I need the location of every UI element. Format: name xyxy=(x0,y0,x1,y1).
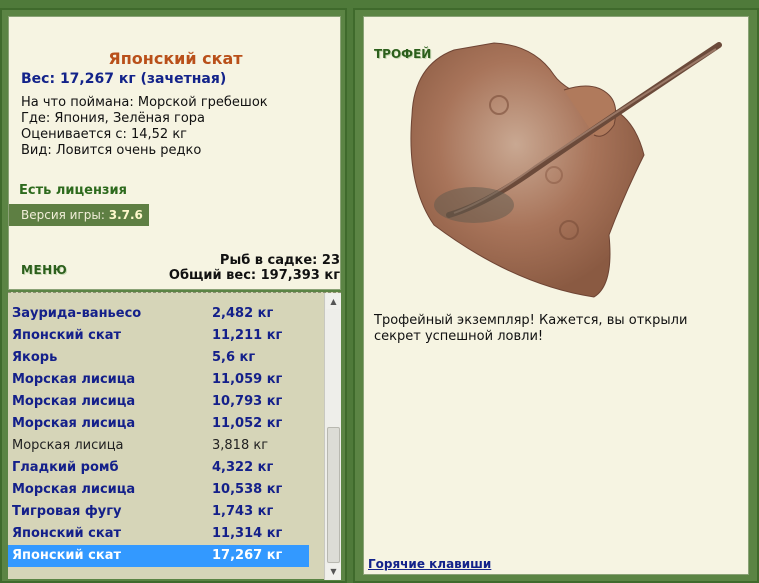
scroll-up-icon[interactable]: ▲ xyxy=(326,294,341,309)
fish-location: Где: Япония, Зелёная гора xyxy=(21,111,206,126)
list-scrollbar[interactable]: ▲ ▼ xyxy=(324,293,341,580)
list-item-name: Японский скат xyxy=(12,328,122,343)
fish-kind: Вид: Ловится очень редко xyxy=(21,143,202,158)
list-item-name: Гладкий ромб xyxy=(12,460,119,475)
stingray-image xyxy=(410,42,722,298)
list-item[interactable]: Морская лисица 11,052 кг xyxy=(8,413,309,435)
list-item[interactable]: Японский скат 11,211 кг xyxy=(8,325,309,347)
list-item-name: Тигровая фугу xyxy=(12,504,122,519)
license-status: Есть лицензия xyxy=(19,183,127,198)
list-item-weight: 10,538 кг xyxy=(212,482,283,497)
list-item[interactable]: Японский скат 11,314 кг xyxy=(8,523,309,545)
version-value: 3.7.6 xyxy=(108,208,143,222)
list-item[interactable]: Морская лисица 3,818 кг xyxy=(8,435,309,457)
list-item-weight: 1,743 кг xyxy=(212,504,274,519)
trophy-text: Трофейный экземпляр! Кажется, вы открыли… xyxy=(374,313,688,344)
list-item-name: Морская лисица xyxy=(12,394,136,409)
list-item-name: Японский скат xyxy=(12,526,122,541)
list-item-name: Морская лисица xyxy=(12,372,136,387)
list-item[interactable]: Якорь 5,6 кг xyxy=(8,347,309,369)
list-item[interactable]: Гладкий ромб 4,322 кг xyxy=(8,457,309,479)
list-item-name: Морская лисица xyxy=(12,438,124,453)
list-item-name: Морская лисица xyxy=(12,416,136,431)
version-bar: Версия игры: 3.7.6 xyxy=(9,204,149,226)
sadok-summary: Рыб в садке: 23 Общий вес: 197,393 кг xyxy=(169,253,340,283)
version-label: Версия игры: xyxy=(21,208,105,222)
fish-bait: На что поймана: Морской гребешок xyxy=(21,95,268,110)
list-item-name: Японский скат xyxy=(12,548,122,563)
list-item-weight: 10,793 кг xyxy=(212,394,283,409)
list-item[interactable]: Заурида-ваньесо 2,482 кг xyxy=(8,303,309,325)
sadok-count: Рыб в садке: 23 xyxy=(219,253,340,268)
sadok-total: Общий вес: 197,393 кг xyxy=(168,268,340,283)
list-item-weight: 11,211 кг xyxy=(212,328,283,343)
left-panel-frame: Японский скат Вес: 17,267 кг (зачетная) … xyxy=(0,8,347,583)
hotkeys-link[interactable]: Горячие клавиши xyxy=(368,557,491,571)
list-item-weight: 17,267 кг xyxy=(212,548,283,563)
fish-info-panel: Японский скат Вес: 17,267 кг (зачетная) … xyxy=(8,16,341,290)
list-item-name: Якорь xyxy=(12,350,58,365)
list-item-weight: 2,482 кг xyxy=(212,306,274,321)
list-item-weight: 11,059 кг xyxy=(212,372,283,387)
list-item[interactable]: Морская лисица 10,793 кг xyxy=(8,391,309,413)
list-item-selected[interactable]: Японский скат 17,267 кг xyxy=(8,545,309,567)
list-item[interactable]: Тигровая фугу 1,743 кг xyxy=(8,501,309,523)
list-item[interactable]: Морская лисица 10,538 кг xyxy=(8,479,309,501)
list-item-weight: 11,314 кг xyxy=(212,526,283,541)
scroll-down-icon[interactable]: ▼ xyxy=(326,564,341,579)
list-item-weight: 4,322 кг xyxy=(212,460,274,475)
menu-button[interactable]: МЕНЮ xyxy=(21,263,67,277)
trophy-panel: ТРОФЕЙ Трофейный экземпляр! Кажется, вы … xyxy=(363,16,749,575)
list-item-name: Заурида-ваньесо xyxy=(12,306,142,321)
fish-weight: Вес: 17,267 кг (зачетная) xyxy=(21,71,227,87)
list-item-weight: 3,818 кг xyxy=(212,438,269,453)
list-item[interactable]: Морская лисица 11,059 кг xyxy=(8,369,309,391)
right-panel-frame: ТРОФЕЙ Трофейный экземпляр! Кажется, вы … xyxy=(353,8,759,583)
fish-valued-from: Оценивается с: 14,52 кг xyxy=(21,127,188,142)
list-item-name: Морская лисица xyxy=(12,482,136,497)
list-item-weight: 5,6 кг xyxy=(212,350,256,365)
fish-title: Японский скат xyxy=(108,49,243,68)
scrollbar-thumb[interactable] xyxy=(327,427,340,563)
list-item-weight: 11,052 кг xyxy=(212,416,283,431)
catch-list[interactable]: Заурида-ваньесо 2,482 кг Японский скат 11,2… xyxy=(8,292,341,580)
